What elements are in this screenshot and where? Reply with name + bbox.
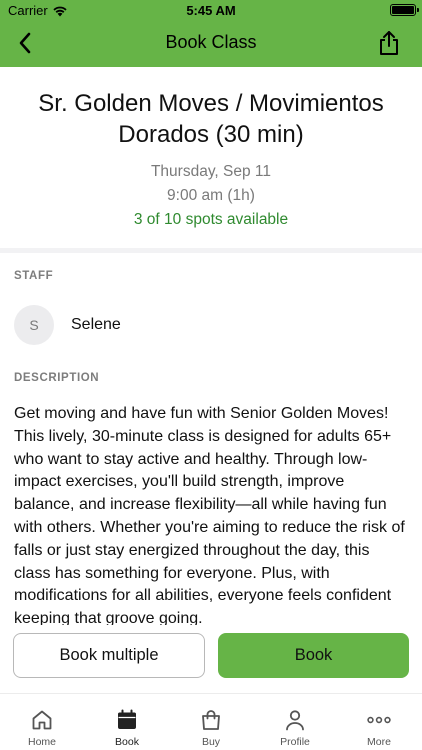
battery-icon: [390, 4, 419, 16]
avatar: S: [14, 305, 54, 345]
action-bar: Book multiple Book: [0, 625, 422, 693]
tab-profile[interactable]: Profile: [253, 694, 337, 750]
tab-buy-label: Buy: [201, 736, 221, 748]
class-date: Thursday, Sep 11: [150, 163, 272, 180]
book-button[interactable]: Book: [218, 633, 409, 678]
status-bar: Carrier 5:45 AM: [0, 0, 422, 20]
tab-buy[interactable]: Buy: [169, 694, 253, 750]
tab-more[interactable]: More: [337, 694, 421, 750]
tab-home-label: Home: [27, 736, 56, 748]
tab-home[interactable]: Home: [0, 694, 84, 750]
shopping-bag-icon: [202, 710, 220, 730]
section-divider: [0, 248, 422, 253]
class-time: 9:00 am (1h): [167, 187, 255, 204]
class-title: Sr. Golden Moves / Movimientos Dorados (…: [38, 90, 384, 148]
more-dots-icon: [367, 716, 391, 724]
calendar-icon: [118, 709, 136, 729]
header: Carrier 5:45 AM Book Class: [0, 0, 422, 67]
tab-book-label: Book: [115, 736, 139, 748]
chevron-left-icon: [19, 32, 31, 54]
tab-profile-label: Profile: [280, 736, 310, 748]
nav-bar: Book Class: [0, 20, 422, 67]
person-icon: [286, 710, 304, 731]
home-icon: [32, 710, 52, 730]
share-button[interactable]: [372, 26, 406, 60]
nav-title: Book Class: [165, 32, 257, 52]
class-info: Sr. Golden Moves / Movimientos Dorados (…: [0, 67, 422, 248]
share-icon: [380, 31, 398, 55]
description-text: Get moving and have fun with Senior Gold…: [14, 405, 405, 625]
back-button[interactable]: [8, 26, 42, 60]
tab-book[interactable]: Book: [85, 694, 169, 750]
tab-more-label: More: [367, 736, 391, 748]
description-label: DESCRIPTION: [14, 372, 100, 384]
tab-bar: Home Book Buy Profile More: [0, 693, 422, 750]
book-multiple-button[interactable]: Book multiple: [13, 633, 205, 678]
staff-row[interactable]: S Selene: [14, 305, 121, 345]
staff-name: Selene: [71, 316, 121, 333]
spots-available: 3 of 10 spots available: [133, 211, 289, 228]
status-time: 5:45 AM: [186, 3, 236, 18]
staff-label: STAFF: [14, 270, 54, 282]
